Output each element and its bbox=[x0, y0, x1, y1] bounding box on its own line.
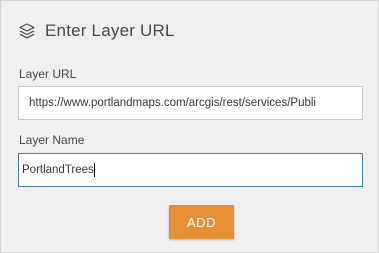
layer-url-label: Layer URL bbox=[19, 67, 77, 81]
text-cursor bbox=[93, 162, 95, 177]
panel-title: Enter Layer URL bbox=[45, 21, 175, 40]
layer-url-value: https://www.portlandmaps.com/arcgis/rest… bbox=[29, 97, 316, 109]
layer-name-input[interactable]: PortlandTrees bbox=[18, 153, 363, 187]
layer-name-label: Layer Name bbox=[19, 133, 85, 147]
layer-name-value: PortlandTrees bbox=[22, 164, 94, 176]
layer-url-input[interactable]: https://www.portlandmaps.com/arcgis/rest… bbox=[18, 86, 363, 120]
layers-icon bbox=[18, 22, 36, 40]
enter-layer-url-panel: Enter Layer URL Layer URL https://www.po… bbox=[0, 0, 379, 253]
add-button[interactable]: ADD bbox=[169, 205, 234, 239]
panel-header: Enter Layer URL bbox=[18, 20, 175, 42]
